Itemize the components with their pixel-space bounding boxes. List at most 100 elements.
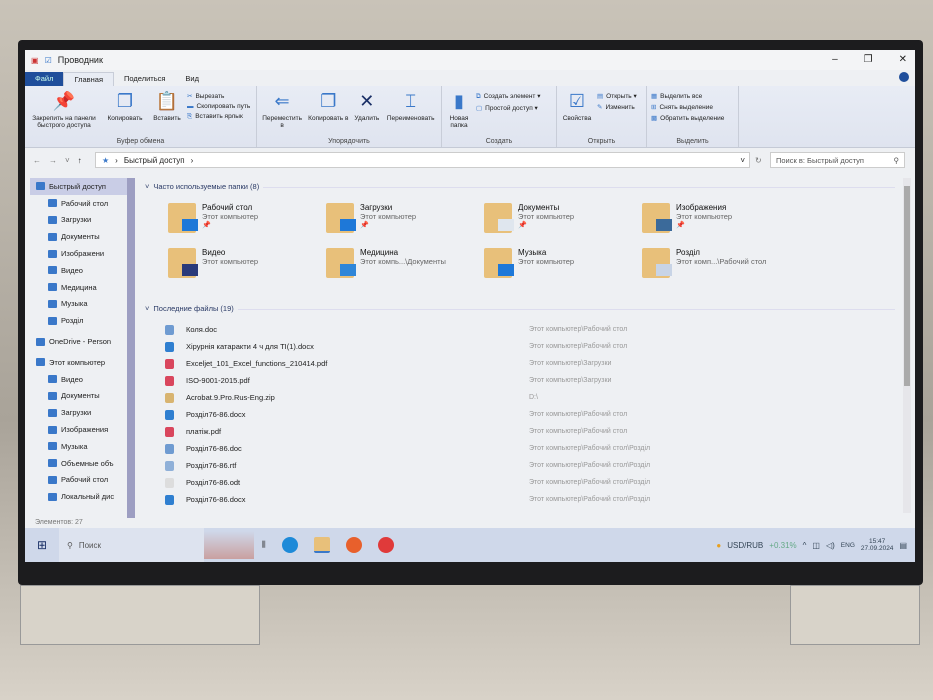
paste-shortcut-button[interactable]: ⎘ Вставить ярлык: [187, 113, 250, 121]
tab-home[interactable]: Главная: [63, 72, 114, 86]
frequent-folder[interactable]: Документы Этот компьютер 📌: [484, 203, 639, 233]
file-explorer-icon[interactable]: [313, 537, 330, 553]
ticker-name[interactable]: USD/RUB: [727, 541, 763, 550]
new-item-button[interactable]: ⧉ Создать элемент ▾: [476, 92, 540, 101]
content-scrollbar[interactable]: [903, 178, 911, 513]
recent-file-row[interactable]: Exceljet_101_Excel_functions_210414.pdf Э…: [165, 355, 895, 372]
frequent-folder[interactable]: Изображения Этот компьютер 📌: [642, 203, 797, 233]
edge-icon[interactable]: [281, 537, 298, 553]
recent-file-row[interactable]: Acrobat.9.Pro.Rus-Eng.zip D:\: [165, 389, 895, 406]
taskbar-search[interactable]: ⚲ Поиск: [59, 528, 204, 562]
sidebar-item[interactable]: Рабочий стол: [30, 472, 135, 489]
delete-x-icon: ✕: [359, 90, 375, 111]
recent-file-row[interactable]: Розділ76-86.odt Этот компьютер\Рабочий ст…: [165, 474, 895, 491]
task-view-icon[interactable]: ⫼: [262, 540, 266, 550]
folder-icon: [48, 375, 57, 384]
frequent-folder[interactable]: Загрузки Этот компьютер 📌: [326, 203, 481, 233]
sidebar-item[interactable]: Рабочий стол: [30, 195, 135, 212]
sidebar-item[interactable]: Быстрый доступ: [30, 178, 135, 195]
file-name: Acrobat.9.Pro.Rus-Eng.zip: [186, 393, 275, 402]
sidebar-item-label: Локальный дис: [61, 492, 115, 502]
firefox-icon[interactable]: [345, 537, 362, 553]
invert-selection-button[interactable]: ▩ Обратить выделение: [651, 114, 724, 122]
tab-share[interactable]: Поделиться: [114, 72, 175, 86]
clock[interactable]: 15:47 27.09.2024: [861, 538, 894, 552]
sidebar-item[interactable]: OneDrive - Person: [30, 333, 135, 350]
sidebar-item[interactable]: Документы: [30, 228, 135, 245]
scrollbar-thumb[interactable]: [904, 186, 910, 386]
search-highlight-image: [204, 531, 254, 559]
frequent-folder[interactable]: Рабочий стол Этот компьютер 📌: [168, 203, 323, 233]
quick-access-toolbar-icon[interactable]: ▣: [31, 56, 39, 65]
frequent-folder[interactable]: Видео Этот компьютер: [168, 248, 323, 278]
recent-file-row[interactable]: ISO-9001-2015.pdf Этот компьютер\Загрузки: [165, 372, 895, 389]
forward-button[interactable]: →: [49, 156, 57, 165]
recent-file-row[interactable]: Коля.doc Этот компьютер\Рабочий стол: [165, 321, 895, 338]
close-button[interactable]: ✕: [899, 54, 907, 65]
frequent-folder[interactable]: Медицина Этот компь...\Документы: [326, 248, 481, 278]
sidebar-item[interactable]: Документы: [30, 388, 135, 405]
sidebar-item[interactable]: Изображени: [30, 245, 135, 262]
properties-qat-icon[interactable]: ☑: [45, 56, 52, 65]
navigation-bar: ← → ˅ ↑ ★ › Быстрый доступ › ˅ ↻ Поиск в: …: [25, 150, 915, 170]
network-icon[interactable]: ◫: [812, 541, 820, 550]
help-icon[interactable]: [899, 72, 909, 82]
cut-button[interactable]: ✂ Вырезать: [187, 92, 250, 100]
refresh-button[interactable]: ↻: [755, 156, 762, 165]
up-button[interactable]: ↑: [78, 156, 82, 165]
sidebar-item[interactable]: Изображения: [30, 421, 135, 438]
open-button[interactable]: ▤ Открыть ▾: [597, 92, 637, 100]
sidebar-item[interactable]: Музыка: [30, 438, 135, 455]
maximize-button[interactable]: ❐: [864, 54, 873, 65]
language-indicator[interactable]: ENG: [841, 542, 855, 549]
folder-location: Этот компьютер: [518, 257, 575, 266]
sidebar-scrollbar[interactable]: [127, 178, 135, 518]
search-input[interactable]: Поиск в: Быстрый доступ ⚲: [770, 152, 905, 168]
start-button[interactable]: ⊞: [25, 528, 59, 562]
tray-expand-icon[interactable]: ^: [803, 541, 807, 550]
recent-file-row[interactable]: Хірурнія катаракти 4 ч для TI(1).docx Это…: [165, 338, 895, 355]
copy-path-button[interactable]: ▬ Скопировать путь: [187, 103, 250, 110]
recent-file-row[interactable]: Розділ76-86.doc Этот компьютер\Рабочий ст…: [165, 440, 895, 457]
edit-button[interactable]: ✎ Изменить: [597, 103, 637, 111]
recent-files-header[interactable]: ˅ Последние файлы (19): [145, 304, 895, 313]
address-dropdown[interactable]: ˅: [740, 156, 745, 165]
address-bar[interactable]: ★ › Быстрый доступ › ˅: [95, 152, 750, 168]
weather-widget-icon[interactable]: ●: [716, 541, 721, 550]
sidebar-item[interactable]: Розділ: [30, 312, 135, 329]
sidebar-item[interactable]: Загрузки: [30, 404, 135, 421]
minimize-button[interactable]: –: [832, 54, 838, 65]
notifications-icon[interactable]: ▤: [899, 541, 907, 550]
tab-file[interactable]: Файл: [25, 72, 64, 86]
sidebar-item[interactable]: Этот компьютер: [30, 354, 135, 371]
star-icon: ★: [102, 155, 110, 165]
wps-office-icon[interactable]: [377, 537, 394, 553]
frequent-folder[interactable]: Музыка Этот компьютер: [484, 248, 639, 278]
sidebar-item[interactable]: Музыка: [30, 296, 135, 313]
tab-view[interactable]: Вид: [175, 72, 209, 86]
sidebar-item[interactable]: Объемные объ: [30, 455, 135, 472]
select-none-button[interactable]: ⊞ Снять выделение: [651, 103, 724, 111]
recent-file-row[interactable]: Розділ76-86.docx Этот компьютер\Рабочий с…: [165, 406, 895, 423]
easy-access-button[interactable]: ▢ Простой доступ ▾: [476, 104, 540, 112]
group-label: Создать: [485, 138, 513, 145]
file-icon: [165, 324, 174, 335]
breadcrumb[interactable]: Быстрый доступ: [124, 156, 185, 165]
frequent-folders-header[interactable]: ˅ Часто используемые папки (8): [145, 182, 895, 191]
frequent-folder[interactable]: Розділ Этот комп...\Рабочий стол: [642, 248, 797, 278]
recent-dropdown[interactable]: ˅: [65, 156, 70, 165]
sidebar-item[interactable]: Медицина: [30, 279, 135, 296]
volume-icon[interactable]: ◁): [826, 541, 835, 550]
recent-file-row[interactable]: Розділ76-86.rtf Этот компьютер\Рабочий ст…: [165, 457, 895, 474]
recent-file-row[interactable]: платіж.pdf Этот компьютер\Рабочий стол: [165, 423, 895, 440]
sidebar-item[interactable]: Видео: [30, 371, 135, 388]
select-all-button[interactable]: ▦ Выделить все: [651, 92, 724, 100]
file-icon: [165, 460, 174, 471]
sidebar-item[interactable]: Локальный дис: [30, 488, 135, 505]
sidebar-item[interactable]: Видео: [30, 262, 135, 279]
folder-location: Этот компьютер: [202, 212, 259, 221]
copy-icon: ❐: [116, 90, 134, 111]
back-button[interactable]: ←: [33, 156, 41, 165]
recent-file-row[interactable]: Розділ76-86.docx Этот компьютер\Рабочий с…: [165, 491, 895, 508]
sidebar-item[interactable]: Загрузки: [30, 212, 135, 229]
